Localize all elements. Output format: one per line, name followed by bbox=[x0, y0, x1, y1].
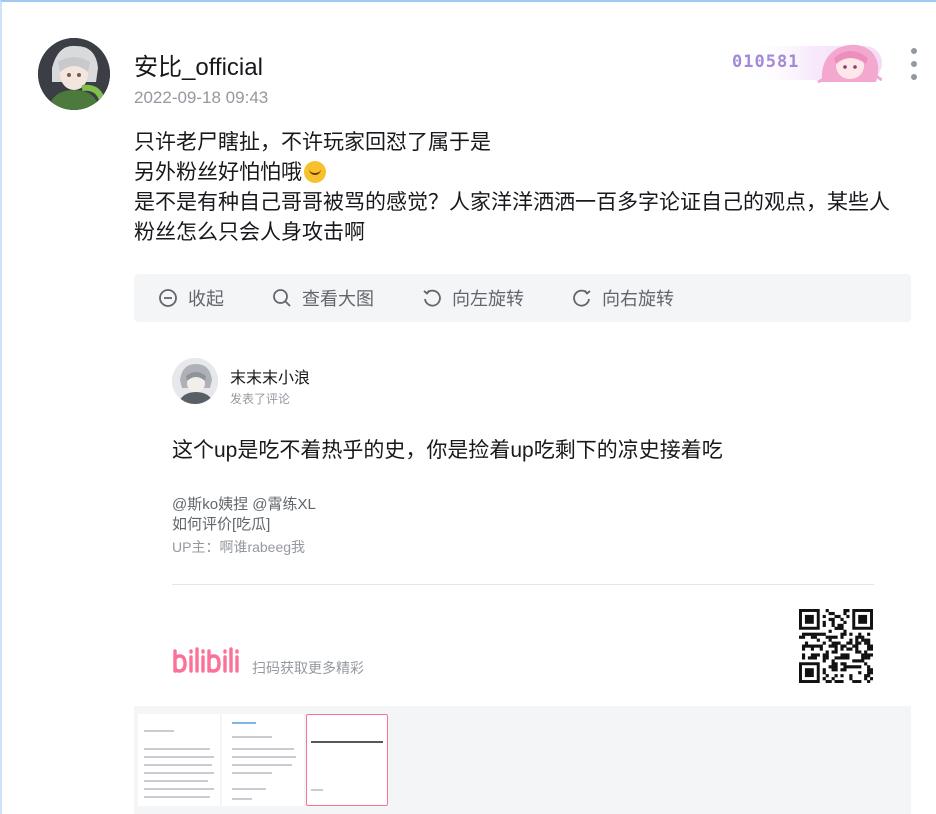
post-line-with-emoji: 另外粉丝好怕怕哦 bbox=[134, 158, 924, 188]
commenter-avatar bbox=[172, 358, 218, 404]
rotate-right-label: 向右旋转 bbox=[602, 289, 674, 309]
fan-badge[interactable]: 010581 bbox=[726, 38, 883, 86]
thumbnail-3-selected[interactable] bbox=[306, 714, 388, 806]
more-dot-icon bbox=[911, 74, 917, 80]
commenter-avatar-image bbox=[172, 358, 218, 404]
rotate-right-button[interactable]: 向右旋转 bbox=[572, 274, 674, 322]
qr-code-icon bbox=[799, 609, 874, 684]
post-time: 2022-09-18 09:43 bbox=[134, 88, 269, 107]
image-toolbar: 收起 查看大图 向左旋转 向右旋转 bbox=[134, 274, 911, 322]
scan-tip: 扫码获取更多精彩 bbox=[252, 660, 364, 676]
avatar-image bbox=[38, 38, 110, 110]
fan-number: 010581 bbox=[732, 52, 800, 72]
comment-evaluate: 如何评价[吃瓜] bbox=[172, 516, 271, 533]
post-line: 只许老尸瞎扯，不许玩家回怼了属于是 bbox=[134, 131, 491, 154]
collapse-icon bbox=[159, 289, 177, 307]
shared-comment-image[interactable]: 末末末小浪 发表了评论 这个up是吃不着热乎的史，你是捡着up吃剩下的凉史接着吃… bbox=[134, 322, 911, 706]
collapse-button[interactable]: 收起 bbox=[158, 274, 224, 322]
qr-code bbox=[799, 609, 874, 684]
bilibili-logo-icon bbox=[173, 647, 239, 673]
post-line: 粉丝怎么只会人身攻击啊 bbox=[134, 221, 365, 244]
post-line: 是不是有种自己哥哥被骂的感觉？人家洋洋洒洒一百多字论证自己的观点，某些人 bbox=[134, 191, 890, 214]
post-text: 只许老尸瞎扯，不许玩家回怼了属于是 另外粉丝好怕怕哦 是不是有种自己哥哥被骂的感… bbox=[134, 128, 924, 248]
rotate-right-icon bbox=[573, 289, 591, 307]
card-divider bbox=[172, 584, 874, 585]
bilibili-logo bbox=[172, 645, 244, 682]
rotate-left-button[interactable]: 向左旋转 bbox=[422, 274, 524, 322]
thumbnail-1[interactable] bbox=[138, 714, 220, 806]
more-dot-icon bbox=[911, 61, 917, 67]
view-large-label: 查看大图 bbox=[302, 289, 374, 309]
comment-mentions: @斯ko姨捏 @霄练XL bbox=[172, 496, 316, 513]
rotate-left-icon bbox=[423, 289, 441, 307]
commenter-name: 末末末小浪 bbox=[230, 370, 311, 387]
thumbnail-2[interactable] bbox=[222, 714, 304, 806]
rotate-left-label: 向左旋转 bbox=[452, 289, 524, 309]
more-dot-icon bbox=[911, 48, 917, 54]
post-line: 另外粉丝好怕怕哦 bbox=[134, 161, 302, 184]
comment-text: 这个up是吃不着热乎的史，你是捡着up吃剩下的凉史接着吃 bbox=[172, 439, 723, 462]
laughing-emoji-icon bbox=[304, 161, 326, 183]
thumbnail-strip bbox=[134, 706, 911, 814]
user-avatar[interactable] bbox=[38, 38, 110, 110]
more-menu-button[interactable] bbox=[904, 48, 924, 80]
commenter-action: 发表了评论 bbox=[230, 392, 291, 406]
collapse-label: 收起 bbox=[188, 289, 224, 309]
view-large-button[interactable]: 查看大图 bbox=[272, 274, 374, 322]
comment-up-reply: UP主：啊谁rabeeg我 bbox=[172, 539, 306, 555]
post-username[interactable]: 安比_official bbox=[134, 47, 263, 82]
search-icon bbox=[273, 289, 291, 307]
